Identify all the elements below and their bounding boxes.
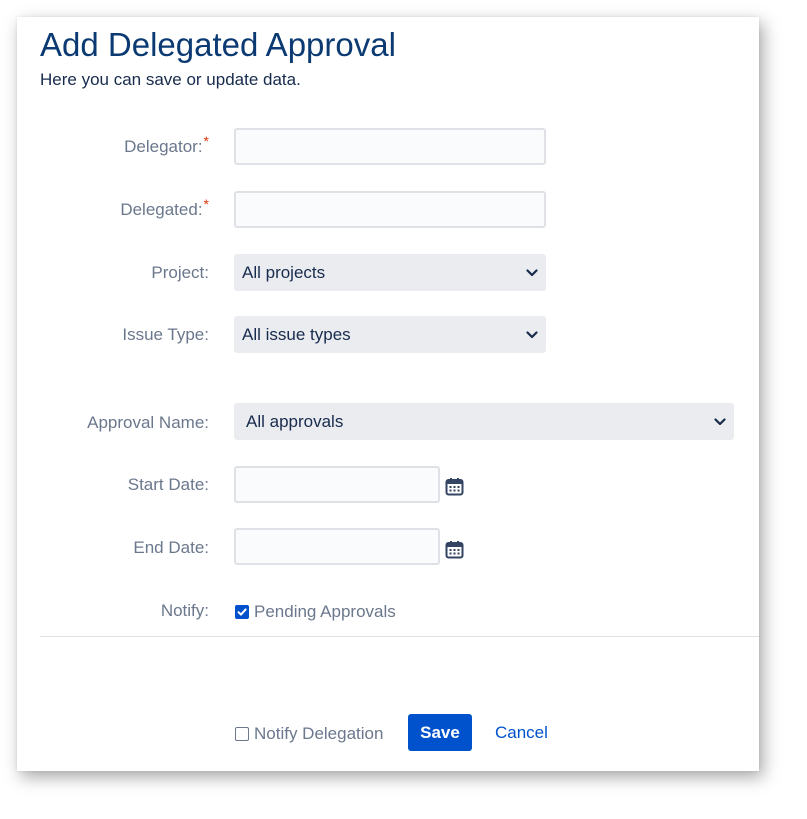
delegator-label-text: Delegator: xyxy=(124,137,203,156)
chevron-down-icon xyxy=(714,403,726,440)
delegated-label-text: Delegated: xyxy=(120,200,203,219)
project-select-value: All projects xyxy=(242,263,326,282)
delegator-input[interactable] xyxy=(234,128,546,165)
save-button[interactable]: Save xyxy=(408,714,472,751)
end-date-input[interactable] xyxy=(234,528,440,565)
cancel-link[interactable]: Cancel xyxy=(495,723,548,743)
approval-name-select-value: All approvals xyxy=(246,412,344,431)
start-date-input[interactable] xyxy=(234,466,440,503)
issue-type-label: Issue Type: xyxy=(122,325,209,344)
required-marker: * xyxy=(203,133,209,149)
required-marker: * xyxy=(203,196,209,212)
notify-delegation-checkbox[interactable] xyxy=(235,727,249,741)
chevron-down-icon xyxy=(526,316,538,353)
project-select[interactable]: All projects xyxy=(234,254,546,291)
end-date-label: End Date: xyxy=(133,538,209,557)
dialog-subtitle: Here you can save or update data. xyxy=(40,70,301,89)
delegated-input[interactable] xyxy=(234,191,546,228)
issue-type-select-value: All issue types xyxy=(242,325,351,344)
calendar-icon[interactable] xyxy=(445,540,464,559)
pending-approvals-checkbox[interactable] xyxy=(235,605,249,619)
pending-approvals-label[interactable]: Pending Approvals xyxy=(254,602,396,622)
notify-delegation-label[interactable]: Notify Delegation xyxy=(254,724,383,744)
issue-type-select[interactable]: All issue types xyxy=(234,316,546,353)
calendar-icon[interactable] xyxy=(445,477,464,496)
start-date-label: Start Date: xyxy=(127,475,209,494)
delegated-label: Delegated:* xyxy=(120,196,209,220)
dialog-title: Add Delegated Approval xyxy=(40,26,396,63)
project-label: Project: xyxy=(151,263,209,282)
divider xyxy=(40,636,759,637)
notify-label: Notify: xyxy=(160,601,209,620)
add-delegated-approval-dialog: Add Delegated Approval Here you can save… xyxy=(17,17,759,771)
approval-name-label: Approval Name: xyxy=(87,413,209,432)
chevron-down-icon xyxy=(526,254,538,291)
approval-name-select[interactable]: All approvals xyxy=(234,403,734,440)
delegator-label: Delegator:* xyxy=(124,133,209,157)
